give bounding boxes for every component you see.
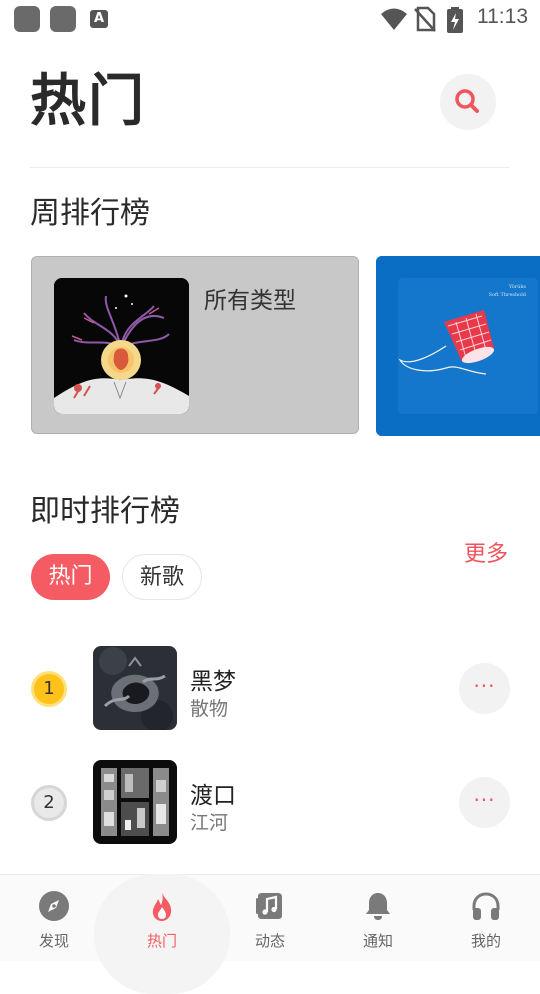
- nav-label: 通知: [362, 932, 393, 950]
- song-artist: 江河: [190, 812, 229, 834]
- header-divider: [30, 167, 510, 168]
- app-notification-icon: [50, 6, 76, 32]
- more-options-button[interactable]: ···: [459, 663, 510, 714]
- weekly-card-all-genres[interactable]: 所有类型: [31, 256, 359, 434]
- a-icon: A: [90, 10, 108, 28]
- weekly-card-cover: [54, 278, 189, 414]
- song-artist: 散物: [190, 698, 229, 720]
- nav-label: 热门: [146, 932, 177, 950]
- battery-icon: [447, 7, 463, 33]
- nav-item-notifications[interactable]: 通知: [324, 874, 432, 960]
- search-icon: [455, 89, 479, 113]
- weekly-card-cover: Yörüks Soft Threshold: [376, 256, 540, 436]
- headphones-icon: [472, 892, 500, 920]
- no-sim-icon: [414, 6, 436, 32]
- weekly-card-second[interactable]: Yörüks Soft Threshold: [376, 256, 540, 436]
- app-notification-icon: [14, 6, 40, 32]
- song-cover: [93, 646, 177, 730]
- more-options-button[interactable]: ···: [459, 777, 510, 828]
- music-note-icon: [256, 893, 282, 919]
- page-title: 热门: [30, 69, 146, 134]
- more-link[interactable]: 更多: [464, 536, 508, 568]
- song-title: 渡口: [190, 783, 236, 809]
- status-time: 11:13: [477, 5, 528, 28]
- svg-text:Yörüks: Yörüks: [508, 284, 527, 290]
- tab-hot[interactable]: 热门: [31, 554, 110, 600]
- nav-item-feed[interactable]: 动态: [216, 874, 324, 960]
- nav-item-profile[interactable]: 我的: [432, 874, 540, 960]
- nav-label: 动态: [254, 932, 285, 950]
- nav-label: 我的: [470, 932, 501, 950]
- tab-new-songs[interactable]: 新歌: [122, 554, 202, 600]
- nav-label: 发现: [38, 932, 69, 950]
- search-button[interactable]: [440, 74, 496, 130]
- song-cover: [93, 760, 177, 844]
- bell-icon: [366, 893, 390, 920]
- weekly-card-label: 所有类型: [204, 288, 296, 314]
- rank-badge: 1: [31, 671, 67, 707]
- rank-badge: 2: [31, 785, 67, 821]
- svg-text:Soft Threshold: Soft Threshold: [489, 292, 527, 298]
- compass-icon: [39, 891, 69, 921]
- fire-icon: [152, 892, 172, 921]
- weekly-chart-title: 周排行榜: [30, 196, 150, 231]
- status-bar: A 11:13: [0, 0, 540, 38]
- song-title: 黑梦: [190, 669, 236, 695]
- instant-chart-title: 即时排行榜: [30, 494, 180, 529]
- nav-item-hot[interactable]: 热门: [108, 874, 216, 960]
- nav-item-discover[interactable]: 发现: [0, 874, 108, 960]
- wifi-icon: [381, 8, 407, 30]
